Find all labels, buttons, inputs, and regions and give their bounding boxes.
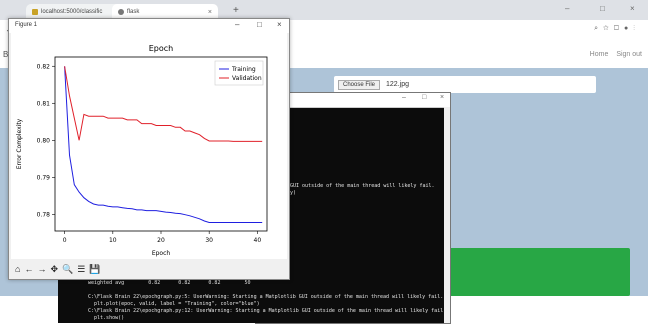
console-maximize-button[interactable]: □ <box>422 94 426 101</box>
forward-icon[interactable]: → <box>37 264 46 274</box>
nav-link-sign-out[interactable]: Sign out <box>616 51 642 58</box>
figure-title: Figure 1 <box>15 22 38 28</box>
tab-title: localhost:5000/classific <box>41 9 103 15</box>
configure-icon[interactable]: ☰ <box>77 264 85 275</box>
browser-tab-bar: localhost:5000/classific × flask × + – □… <box>0 0 648 20</box>
selected-file-name: 122.jpg <box>386 81 409 88</box>
nav-links: Home Sign out <box>584 51 642 58</box>
figure-maximize-button[interactable]: □ <box>257 20 262 29</box>
browser-minimize-button[interactable]: – <box>565 4 569 13</box>
new-tab-button[interactable]: + <box>233 5 239 16</box>
console-line: y) <box>290 190 297 196</box>
tab-title: flask <box>127 9 140 15</box>
x-axis-label: Epoch <box>152 250 171 257</box>
file-upload-field[interactable]: Choose File 122.jpg <box>334 76 596 93</box>
x-tick-label: 30 <box>205 237 213 244</box>
figure-title-bar: Figure 1 – □ × <box>9 19 289 33</box>
choose-file-button[interactable]: Choose File <box>338 79 381 90</box>
x-tick-label: 0 <box>63 237 67 244</box>
save-icon[interactable]: 💾 <box>89 264 100 275</box>
back-icon[interactable]: ← <box>24 264 33 274</box>
y-tick-label: 0.78 <box>37 211 51 218</box>
home-icon[interactable]: ⌂ <box>15 264 20 274</box>
console-scrollbar[interactable] <box>444 107 450 323</box>
figure-minimize-button[interactable]: – <box>235 20 239 29</box>
y-tick-label: 0.82 <box>37 63 51 70</box>
tab-favicon-icon <box>32 9 38 15</box>
x-tick-label: 10 <box>109 237 117 244</box>
browser-close-button[interactable]: × <box>630 4 635 13</box>
x-tick-label: 20 <box>157 237 165 244</box>
browser-maximize-button[interactable]: □ <box>600 4 605 13</box>
console-line: GUI outside of the main thread will like… <box>290 183 435 189</box>
figure-toolbar: ⌂ ← → ✥ 🔍 ☰ 💾 <box>11 261 287 277</box>
console-minimize-button[interactable]: – <box>402 94 406 101</box>
legend-label-validation: Validation <box>232 75 262 82</box>
y-tick-label: 0.80 <box>37 137 51 144</box>
console-line: C:\Flask Brain 22\epochgraph.py:12: User… <box>58 308 446 315</box>
nav-link-home[interactable]: Home <box>590 51 609 58</box>
series-line-training <box>64 66 263 223</box>
epoch-line-chart: Epoch Epoch Error Complexity 0 10 20 30 40 0.78 0… <box>16 44 268 257</box>
y-tick-label: 0.79 <box>37 174 51 181</box>
y-tick-label: 0.81 <box>37 100 51 107</box>
figure-close-button[interactable]: × <box>277 20 282 29</box>
plot-canvas: Epoch Epoch Error Complexity 0 10 20 30 40 0.78 0… <box>11 33 287 259</box>
legend-label-training: Training <box>231 66 256 73</box>
tab-favicon-icon <box>118 9 124 15</box>
x-tick-label: 40 <box>254 237 262 244</box>
close-tab-icon[interactable]: × <box>208 9 212 16</box>
figure-window: Figure 1 – □ × Epoch Epoch Error Complexit… <box>8 18 290 280</box>
console-line: plt.show() <box>58 315 423 323</box>
console-line <box>58 287 423 294</box>
y-axis-label: Error Complexity <box>16 118 23 169</box>
console-line: plt.plot(epoc, valid, label = "Training"… <box>58 301 423 308</box>
browser-toolbar-icons[interactable]: ⌕☆▢●⋮ <box>594 25 640 33</box>
zoom-icon[interactable]: 🔍 <box>62 264 73 275</box>
console-line: weighted avg 0.82 0.82 0.82 50 <box>58 280 423 287</box>
chart-title: Epoch <box>149 44 174 53</box>
console-close-button[interactable]: × <box>440 94 444 101</box>
console-line: C:\Flask Brain 22\epochgraph.py:5: UserW… <box>58 294 443 301</box>
pan-icon[interactable]: ✥ <box>50 264 58 275</box>
